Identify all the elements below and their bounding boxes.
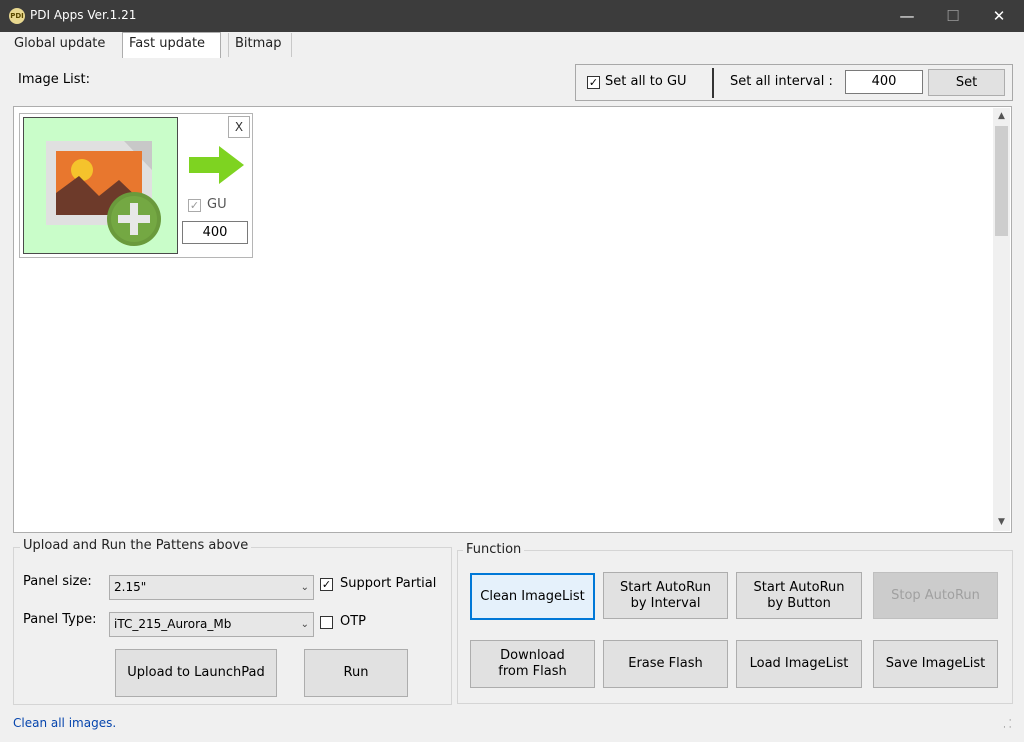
panel-type-label: Panel Type: [23, 612, 97, 627]
panel-type-value: iTC_215_Aurora_Mb [114, 617, 232, 631]
remove-image-button[interactable]: X [228, 116, 250, 138]
toolbar-divider [712, 68, 714, 98]
load-imagelist-button[interactable]: Load ImageList [736, 640, 862, 688]
panel-size-label: Panel size: [23, 574, 92, 589]
title-bar [0, 0, 1024, 32]
chevron-down-icon: ⌄ [300, 582, 309, 593]
image-list-label: Image List: [18, 72, 90, 87]
panel-type-select[interactable]: iTC_215_Aurora_Mb ⌄ [109, 612, 314, 637]
set-button[interactable]: Set [928, 69, 1005, 96]
start-autorun-interval-line2: by Interval [630, 595, 701, 611]
chevron-down-icon: ⌄ [300, 619, 309, 630]
add-image-graphic [46, 141, 161, 246]
start-autorun-button-button[interactable]: Start AutoRun by Button [736, 572, 862, 619]
download-line1: Download [500, 648, 565, 663]
save-imagelist-button[interactable]: Save ImageList [873, 640, 998, 688]
start-autorun-button-line2: by Button [767, 595, 831, 611]
otp-label: OTP [340, 614, 367, 629]
panel-size-select[interactable]: 2.15" ⌄ [109, 575, 314, 600]
green-arrow-icon [189, 146, 244, 184]
close-icon[interactable]: ✕ [976, 0, 1022, 32]
scroll-down-icon[interactable]: ▼ [993, 514, 1010, 531]
stop-autorun-button[interactable]: Stop AutoRun [873, 572, 998, 619]
app-icon: PDI [9, 8, 25, 24]
resize-grip-icon[interactable]: · · · [1003, 717, 1017, 733]
item-interval-input[interactable]: 400 [182, 221, 248, 244]
add-image-icon[interactable] [23, 117, 178, 254]
upload-to-launchpad-button[interactable]: Upload to LaunchPad [115, 649, 277, 697]
window-title: PDI Apps Ver.1.21 [30, 8, 137, 22]
tab-bitmap[interactable]: Bitmap [228, 33, 292, 57]
gu-label: GU [207, 197, 227, 212]
tab-global-update[interactable]: Global update [8, 33, 116, 57]
download-from-flash-button[interactable]: Download from Flash [470, 640, 595, 688]
scroll-up-icon[interactable]: ▲ [993, 108, 1010, 125]
support-partial-checkbox[interactable]: ✓ [320, 578, 333, 591]
erase-flash-button[interactable]: Erase Flash [603, 640, 728, 688]
maximize-icon[interactable]: ☐ [930, 0, 976, 32]
otp-checkbox[interactable] [320, 616, 333, 629]
status-bar [0, 710, 1024, 742]
set-all-interval-label: Set all interval : [730, 74, 833, 89]
support-partial-label: Support Partial [340, 576, 437, 591]
function-group-title: Function [463, 542, 525, 557]
upload-group-title: Upload and Run the Pattens above [20, 538, 252, 553]
set-all-gu-checkbox[interactable]: ✓ [587, 76, 600, 89]
set-all-interval-input[interactable]: 400 [845, 70, 923, 94]
start-autorun-button-line1: Start AutoRun [753, 579, 845, 595]
minimize-icon[interactable]: — [884, 0, 930, 32]
gu-checkbox[interactable]: ✓ [188, 199, 201, 212]
run-button[interactable]: Run [304, 649, 408, 697]
download-line2: from Flash [498, 664, 567, 679]
panel-size-value: 2.15" [114, 580, 147, 594]
status-text: Clean all images. [13, 716, 117, 730]
start-autorun-interval-line1: Start AutoRun [620, 579, 711, 595]
set-all-gu-label: Set all to GU [605, 74, 687, 89]
scroll-thumb[interactable] [995, 126, 1008, 236]
tab-fast-update[interactable]: Fast update [122, 32, 221, 58]
start-autorun-interval-button[interactable]: Start AutoRun by Interval [603, 572, 728, 619]
clean-imagelist-button[interactable]: Clean ImageList [470, 573, 595, 620]
